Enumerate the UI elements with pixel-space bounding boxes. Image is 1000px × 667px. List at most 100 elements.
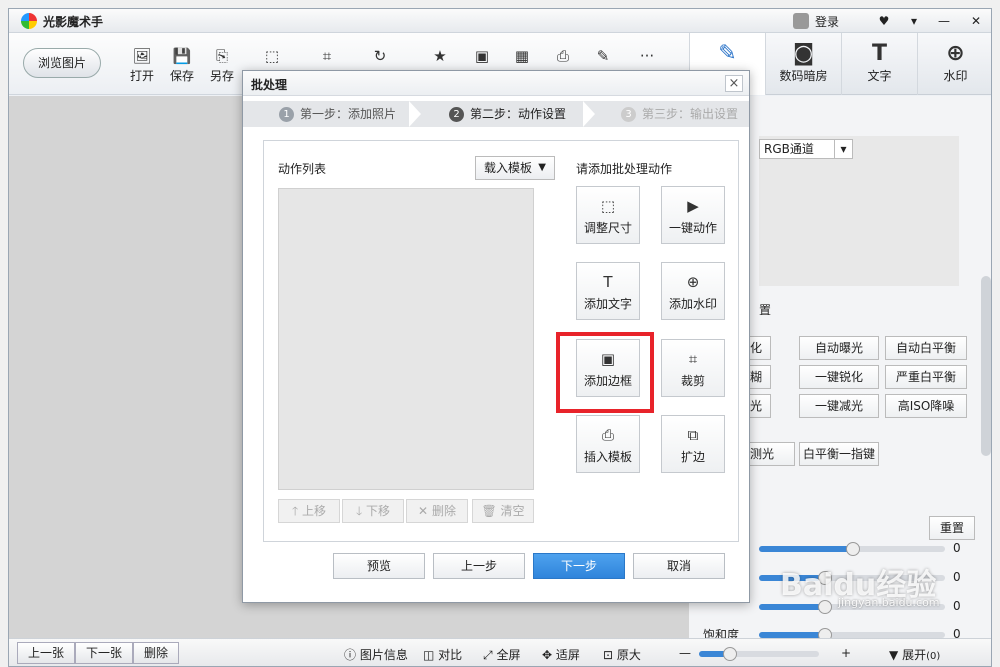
chevron-down-icon: ▾	[834, 140, 852, 158]
original-size-icon: ⊡	[603, 648, 614, 662]
print-tool[interactable]: ⎙	[545, 47, 581, 65]
sharpen-button[interactable]: 一键锐化	[799, 365, 879, 389]
menu-icon[interactable]: ▾	[899, 14, 929, 28]
chevron-down-icon: ▼	[538, 162, 546, 173]
action-one-click[interactable]: ▶ 一键动作	[661, 186, 725, 244]
delete-action-label: 删除	[431, 504, 456, 518]
skin-icon[interactable]: ♥	[869, 14, 899, 28]
tab-darkroom-label: 数码暗房	[779, 69, 828, 83]
iso-denoise-button[interactable]: 高ISO降噪	[885, 394, 967, 418]
move-up-label: 上移	[302, 504, 327, 518]
tab-darkroom[interactable]: ◙ 数码暗房	[765, 33, 841, 95]
clear-actions-button: 🗑 清空	[472, 499, 534, 523]
highlight-box	[556, 332, 654, 413]
tab-text-label: 文字	[867, 69, 892, 83]
zoom-knob[interactable]	[723, 647, 737, 661]
prev-image-button[interactable]: 上一张	[17, 642, 75, 664]
watermark-icon: ⊕	[946, 41, 965, 66]
compare-label: 对比	[438, 648, 463, 662]
step-1-label: 第一步：添加照片	[300, 107, 397, 121]
step-2-number: 2	[449, 107, 464, 122]
expand-icon: ▼	[889, 648, 899, 662]
step-3: 3 第三步：输出设置	[621, 101, 738, 127]
compare-button[interactable]: ◫ 对比	[423, 646, 462, 663]
delete-image-button[interactable]: 删除	[133, 642, 179, 664]
fit-button[interactable]: ✥ 适屏	[542, 646, 580, 663]
browse-images-button[interactable]: 浏览图片	[23, 48, 101, 78]
previous-step-button[interactable]: 上一步	[433, 553, 525, 579]
batch-dialog: 批处理 × 1 第一步：添加照片 2 第二步：动作设置 3 第三步：输出设置 动作列表…	[242, 70, 750, 603]
edit-icon: ✎	[718, 41, 737, 66]
bottom-bar: 上一张 下一张 删除 ⓘ 图片信息 ◫ 对比 ⤢ 全屏 ✥ 适屏 ⊡ 原大 — …	[9, 638, 991, 666]
tab-watermark[interactable]: ⊕ 水印	[917, 33, 991, 95]
channel-value: RGB通道	[764, 142, 814, 156]
dialog-close-button[interactable]: ×	[725, 75, 743, 92]
save-as-button[interactable]: ⎘ 另存	[204, 47, 240, 84]
collage-tool[interactable]: ▦	[504, 47, 540, 65]
cancel-button[interactable]: 取消	[633, 553, 725, 579]
original-size-button[interactable]: ⊡ 原大	[603, 646, 641, 663]
zoom-slider[interactable]	[699, 647, 819, 661]
save-icon: 💾	[172, 47, 192, 65]
slider-1[interactable]	[759, 542, 945, 556]
frame-tool[interactable]: ★	[422, 47, 458, 65]
save-button[interactable]: 💾 保存	[164, 47, 200, 84]
rotate-icon: ↻	[373, 47, 387, 65]
action-insert-template[interactable]: ⎙ 插入模板	[576, 415, 640, 473]
brush-tool[interactable]: ✎	[585, 47, 621, 65]
slider-3-fill	[759, 604, 824, 610]
star-icon: ★	[433, 47, 447, 65]
auto-wb-button[interactable]: 自动白平衡	[885, 336, 967, 360]
reset-button[interactable]: 重置	[929, 516, 975, 540]
action-crop-label: 裁剪	[680, 374, 705, 388]
panel-scrollbar[interactable]	[981, 276, 991, 456]
next-image-button[interactable]: 下一张	[75, 642, 133, 664]
action-add-watermark[interactable]: ⊕ 添加水印	[661, 262, 725, 320]
zoom-out-icon[interactable]: —	[679, 646, 691, 660]
step-2[interactable]: 2 第二步：动作设置	[449, 101, 566, 127]
reduce-light-button[interactable]: 一键减光	[799, 394, 879, 418]
zoom-in-icon[interactable]: +	[841, 646, 851, 660]
step-3-label: 第三步：输出设置	[642, 107, 739, 121]
expand-button[interactable]: ▼ 展开(0)	[889, 646, 940, 663]
resize-icon: ⬚	[600, 197, 616, 215]
dialog-title-bar: 批处理 ×	[243, 71, 749, 96]
rotate-tool[interactable]: ↻	[362, 47, 398, 65]
action-list[interactable]	[278, 188, 534, 490]
step-1[interactable]: 1 第一步：添加照片	[279, 101, 396, 127]
action-add-text[interactable]: T 添加文字	[576, 262, 640, 320]
up-arrow-icon: 🡑	[291, 504, 299, 518]
action-resize-label: 调整尺寸	[583, 221, 632, 235]
info-icon: ⓘ	[344, 648, 357, 662]
slider-1-knob[interactable]	[846, 542, 860, 556]
login-link[interactable]: 登录	[815, 13, 839, 30]
title-bar-controls: 登录 ♥ ▾ — ✕	[792, 9, 991, 33]
fullscreen-button[interactable]: ⤢ 全屏	[483, 646, 520, 663]
severe-wb-button[interactable]: 严重白平衡	[885, 365, 967, 389]
action-insert-template-label: 插入模板	[583, 450, 632, 464]
load-template-dropdown[interactable]: 载入模板 ▼	[475, 156, 555, 180]
auto-exposure-button[interactable]: 自动曝光	[799, 336, 879, 360]
close-icon[interactable]: ✕	[959, 14, 991, 28]
open-button[interactable]: 🖼 打开	[124, 47, 160, 84]
preview-button[interactable]: 预览	[333, 553, 425, 579]
next-step-button[interactable]: 下一步	[533, 553, 625, 579]
frame-icon: ▣	[474, 47, 490, 65]
login-avatar-icon[interactable]	[792, 13, 809, 29]
expand-label: 展开	[902, 648, 927, 662]
crop-tool[interactable]: ⌗	[309, 47, 345, 65]
size-tool[interactable]: ⬚	[254, 47, 290, 65]
tab-text[interactable]: T 文字	[841, 33, 917, 95]
dialog-title: 批处理	[251, 78, 288, 92]
action-crop[interactable]: ⌗ 裁剪	[661, 339, 725, 397]
wb-one-click-button[interactable]: 白平衡一指键	[799, 442, 879, 466]
title-bar: 光影魔术手 登录 ♥ ▾ — ✕	[9, 9, 991, 33]
action-resize[interactable]: ⬚ 调整尺寸	[576, 186, 640, 244]
info-button[interactable]: ⓘ 图片信息	[344, 646, 408, 663]
action-expand-edge-label: 扩边	[680, 450, 705, 464]
border-tool[interactable]: ▣	[464, 47, 500, 65]
channel-select[interactable]: RGB通道 ▾	[759, 139, 853, 159]
action-expand-edge[interactable]: ⧉ 扩边	[661, 415, 725, 473]
more-tool[interactable]: ···	[629, 47, 665, 65]
minimize-icon[interactable]: —	[929, 14, 959, 28]
